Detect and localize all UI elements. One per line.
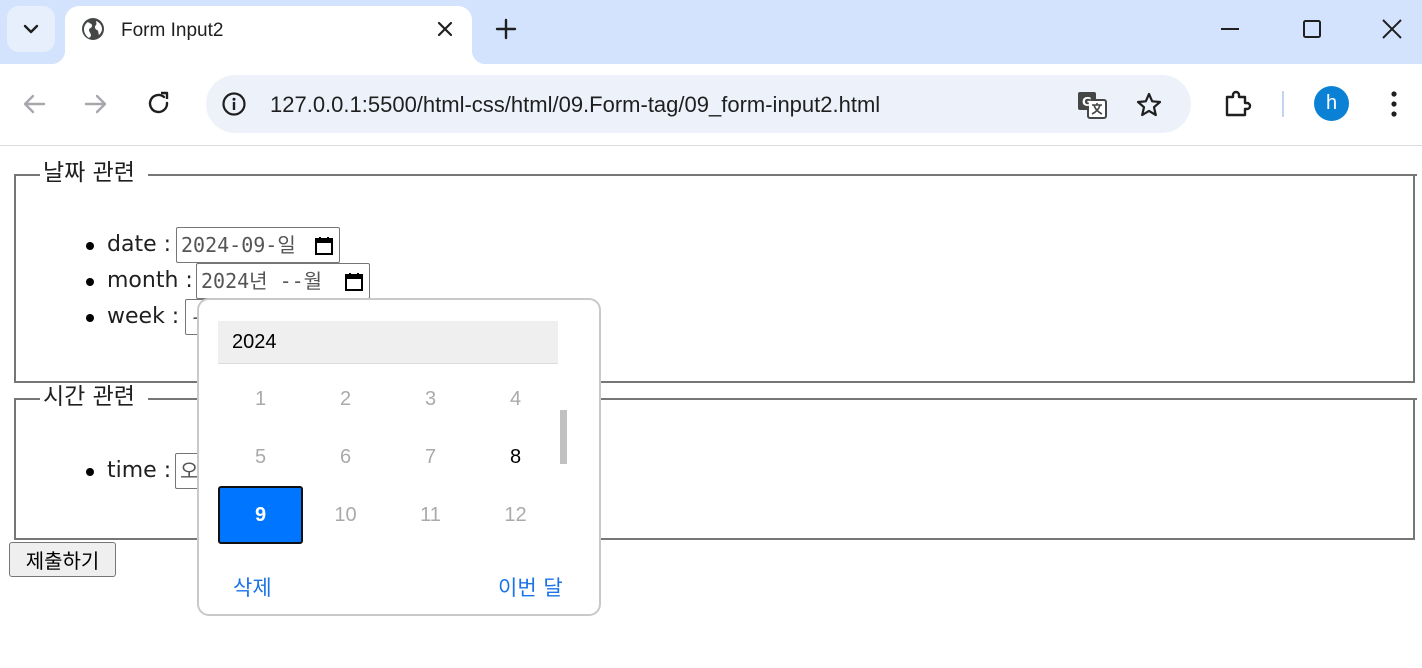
- month-cell-10[interactable]: 10: [303, 486, 388, 544]
- week-label: week :: [107, 304, 180, 329]
- active-tab[interactable]: Form Input2: [51, 6, 486, 64]
- browser-toolbar: 127.0.0.1:5500/html-css/html/09.Form-tag…: [0, 64, 1422, 146]
- translate-icon[interactable]: G: [1076, 89, 1108, 121]
- clear-button[interactable]: 삭제: [233, 572, 272, 602]
- bookmark-star-icon[interactable]: [1135, 91, 1163, 119]
- time-field-list: time :: [86, 453, 172, 489]
- back-arrow-icon[interactable]: [20, 90, 48, 118]
- more-menu-icon[interactable]: [1381, 88, 1407, 120]
- bullet: [86, 242, 94, 250]
- globe-icon: [82, 18, 104, 40]
- list-item: month :: [86, 263, 193, 299]
- minimize-icon[interactable]: [1218, 17, 1242, 41]
- bullet: [86, 278, 94, 286]
- fieldset-top-border: [14, 174, 42, 176]
- calendar-icon[interactable]: [314, 236, 334, 256]
- month-cell-6[interactable]: 6: [303, 428, 388, 486]
- time-label: time :: [107, 458, 172, 483]
- bullet: [86, 468, 94, 476]
- svg-text:G: G: [1082, 95, 1092, 109]
- month-cell-11[interactable]: 11: [388, 486, 473, 544]
- date-input[interactable]: 2024-09-일: [176, 227, 340, 263]
- date-label: date :: [107, 232, 172, 257]
- picker-scrollbar[interactable]: [560, 410, 567, 464]
- tab-strip: Form Input2: [0, 0, 1422, 64]
- month-label: month :: [107, 268, 193, 293]
- month-cell-1[interactable]: 1: [218, 370, 303, 428]
- maximize-icon[interactable]: [1300, 17, 1324, 41]
- month-cell-12[interactable]: 12: [473, 486, 558, 544]
- reload-icon[interactable]: [145, 90, 173, 118]
- forward-arrow-icon[interactable]: [82, 90, 110, 118]
- picker-year-header[interactable]: 2024: [218, 321, 558, 364]
- month-input-value: 2024년 --월: [201, 269, 323, 293]
- month-cell-4[interactable]: 4: [473, 370, 558, 428]
- month-cell-2[interactable]: 2: [303, 370, 388, 428]
- fieldset-top-border: [148, 174, 1417, 176]
- list-item: week :: [86, 299, 193, 335]
- month-cell-5[interactable]: 5: [218, 428, 303, 486]
- calendar-icon[interactable]: [344, 272, 364, 292]
- address-bar[interactable]: 127.0.0.1:5500/html-css/html/09.Form-tag…: [206, 75, 1191, 133]
- month-cell-7[interactable]: 7: [388, 428, 473, 486]
- submit-button[interactable]: 제출하기: [9, 542, 116, 577]
- fieldset-top-border: [14, 398, 42, 400]
- month-cell-3[interactable]: 3: [388, 370, 473, 428]
- close-window-icon[interactable]: [1380, 17, 1404, 41]
- tab-title: Form Input2: [121, 20, 224, 41]
- time-legend: 시간 관련: [40, 384, 138, 410]
- month-picker-popup: 2024 1 2 3 4 5 6 7 8 9 10 11 12 삭제 이번 달: [197, 298, 601, 616]
- bullet: [86, 314, 94, 322]
- month-cell-9[interactable]: 9: [218, 486, 303, 544]
- list-item: time :: [86, 453, 172, 489]
- this-month-button[interactable]: 이번 달: [498, 572, 563, 602]
- month-cell-8[interactable]: 8: [473, 428, 558, 486]
- chevron-down-icon: [23, 24, 39, 34]
- date-legend: 날짜 관련: [40, 160, 138, 186]
- url-text: 127.0.0.1:5500/html-css/html/09.Form-tag…: [270, 92, 881, 117]
- site-info-icon[interactable]: [221, 91, 247, 117]
- extensions-puzzle-icon[interactable]: [1222, 88, 1254, 120]
- month-input[interactable]: 2024년 --월: [196, 263, 370, 299]
- toolbar-divider: [1282, 91, 1284, 117]
- date-input-value: 2024-09-일: [181, 233, 296, 257]
- profile-avatar[interactable]: h: [1314, 86, 1349, 121]
- new-tab-icon[interactable]: [494, 17, 518, 41]
- time-input-value: 오: [180, 459, 199, 483]
- tab-search-button[interactable]: [7, 6, 55, 52]
- close-tab-icon[interactable]: [435, 19, 455, 39]
